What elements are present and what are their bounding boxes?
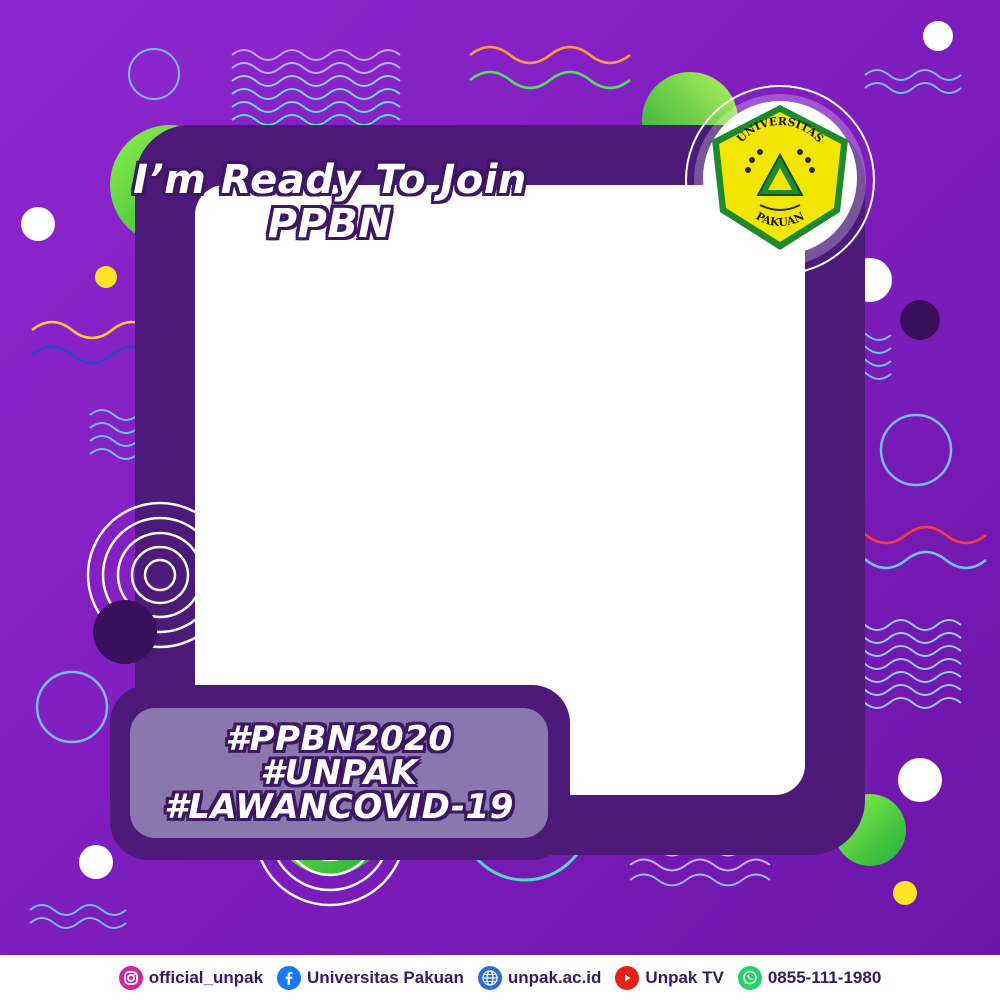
hashtag-line: #UNPAK [260,753,418,793]
dark-dot [900,300,940,340]
footer-label: Universitas Pakuan [307,967,464,987]
footer-item-whatsapp[interactable]: 0855-111-1980 [737,965,882,990]
footer-label: 0855-111-1980 [767,967,882,987]
white-dot [79,845,113,879]
hashtag-line: #LAWANCOVID-19 [164,787,514,827]
contact-footer: official_unpak Universitas Pakuan unpak.… [0,955,1000,1000]
youtube-icon [615,965,640,990]
yellow-dot [95,266,117,288]
footer-label: official_unpak [148,967,264,987]
white-dot [923,21,953,51]
yellow-dot [893,881,917,905]
footer-item-facebook[interactable]: Universitas Pakuan [277,965,464,990]
hashtag-text-block: #PPBN2020 #UNPAK #LAWANCOVID-19 [130,708,548,838]
headline: I’m Ready To Join PPBN [110,158,550,246]
footer-item-website[interactable]: unpak.ac.id [477,965,602,990]
globe-icon [477,965,502,990]
footer-item-instagram[interactable]: official_unpak [118,965,264,990]
instagram-icon [118,965,143,990]
twibbon-frame-art: UNIVERSITAS PAKUAN [0,0,1000,1000]
headline-line-1: I’m Ready To Join [133,157,527,203]
whatsapp-icon [737,965,762,990]
footer-item-youtube[interactable]: Unpak TV [615,965,724,990]
footer-label: unpak.ac.id [507,967,602,987]
facebook-icon [277,965,302,990]
headline-line-2: PPBN [267,201,393,247]
dark-dot [93,600,157,664]
white-dot [21,207,55,241]
hashtag-line: #PPBN2020 [225,719,453,759]
white-dot [898,758,942,802]
university-logo: UNIVERSITAS PAKUAN [685,85,875,275]
footer-label: Unpak TV [645,967,724,987]
